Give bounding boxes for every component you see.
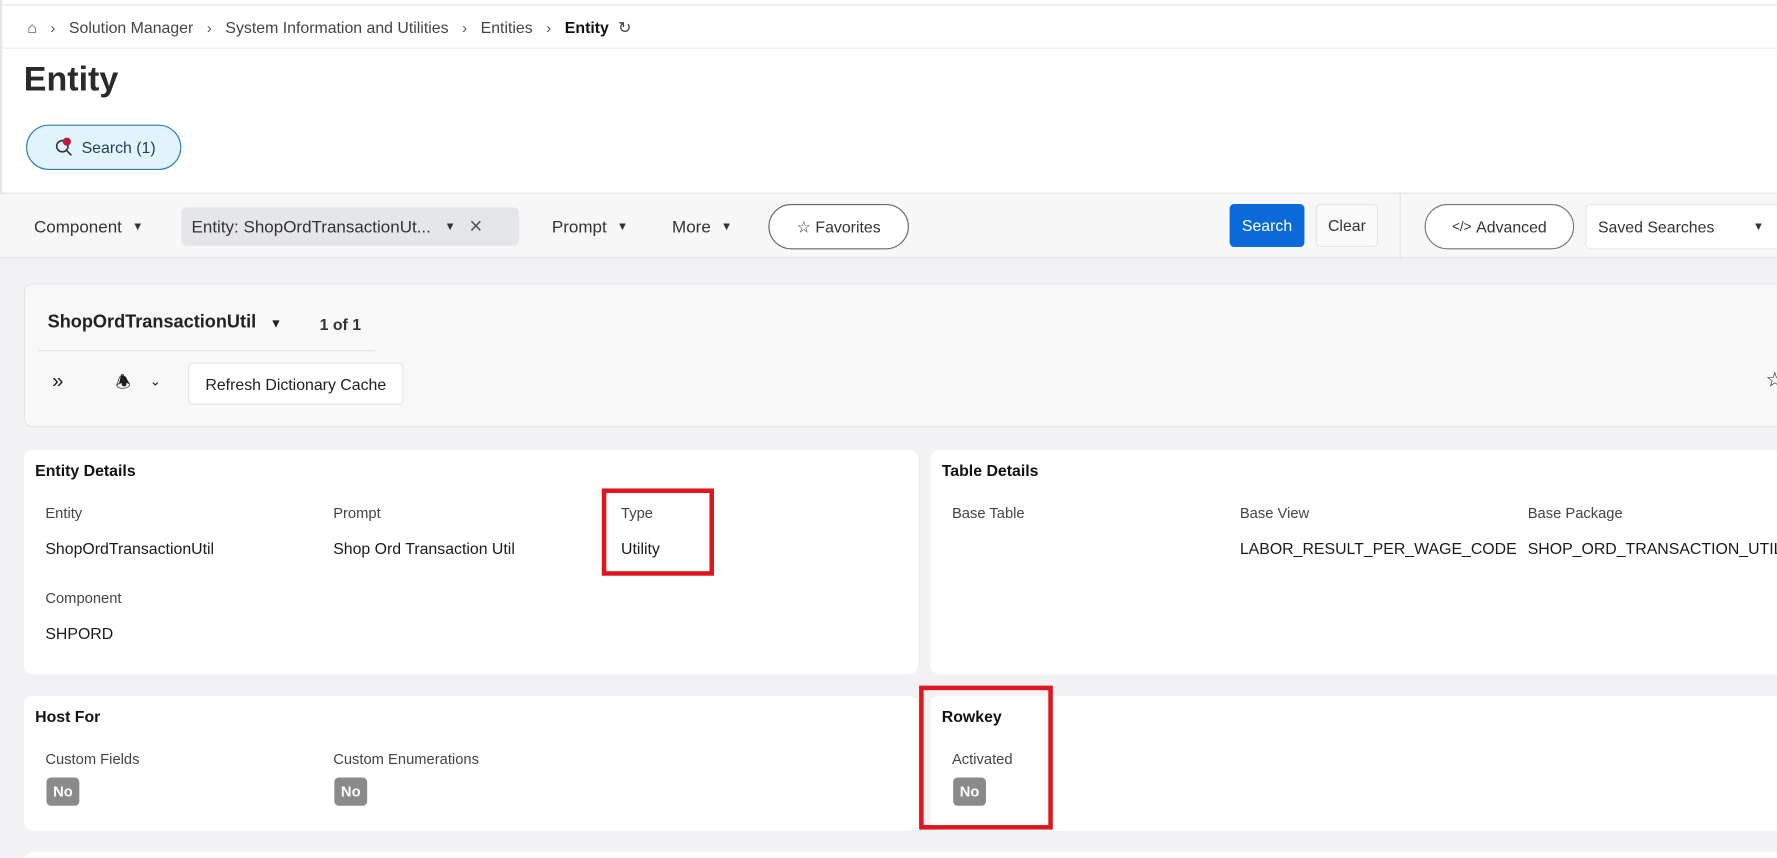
card-title: Host For	[35, 707, 101, 726]
next-card	[23, 852, 1777, 858]
entity-value: ShopOrdTransactionUtil	[45, 539, 215, 558]
rowkey-card: Rowkey Activated No	[930, 695, 1777, 831]
divider	[1399, 193, 1401, 260]
base-view-label: Base View	[1239, 504, 1310, 522]
base-view-value: LABOR_RESULT_PER_WAGE_CODE	[1239, 539, 1517, 558]
page: ⌂ › Solution Manager › System Informatio…	[0, 0, 1777, 858]
page-title: Entity	[23, 61, 119, 99]
host-for-card: Host For Custom Fields No Custom Enumera…	[23, 695, 918, 831]
bell-icon[interactable]: 🕭	[116, 371, 131, 399]
component-filter[interactable]: Component ▼	[34, 194, 143, 260]
prompt-value: Shop Ord Transaction Util	[333, 539, 515, 558]
star-icon[interactable]: ☆	[1766, 368, 1777, 392]
more-filters-label: More	[672, 217, 711, 237]
breadcrumb-solution-manager[interactable]: Solution Manager	[69, 18, 193, 36]
component-value: SHPORD	[45, 624, 114, 643]
highlight-box-type	[601, 488, 714, 576]
chevron-right-icon: ›	[462, 18, 468, 36]
prompt-filter[interactable]: Prompt ▼	[552, 194, 628, 260]
divider	[0, 4, 1777, 6]
breadcrumb-system-information[interactable]: System Information and Utilities	[225, 18, 448, 36]
card-title: Entity Details	[35, 461, 136, 480]
chevron-right-icon: ›	[206, 18, 212, 36]
table-details-card: Table Details Base Table Base View LABOR…	[930, 449, 1777, 675]
base-table-label: Base Table	[951, 504, 1025, 522]
caret-down-icon: ▼	[132, 220, 144, 233]
highlight-box-rowkey	[919, 685, 1053, 830]
record-name: ShopOrdTransactionUtil	[47, 312, 257, 333]
component-filter-label: Component	[33, 217, 122, 237]
base-package-label: Base Package	[1527, 504, 1623, 522]
card-title: Table Details	[941, 461, 1039, 480]
caret-down-icon: ▼	[1752, 220, 1765, 233]
custom-enumerations-label: Custom Enumerations	[333, 750, 479, 768]
search-button[interactable]: Search	[1229, 203, 1305, 248]
advanced-label: Advanced	[1476, 217, 1547, 236]
breadcrumb-current: Entity	[564, 18, 609, 37]
close-icon[interactable]: ×	[469, 214, 482, 240]
record-count: 1 of 1	[319, 315, 362, 334]
record-selector[interactable]: ShopOrdTransactionUtil ▼	[48, 313, 282, 333]
search-toggle-label: Search (1)	[81, 138, 156, 157]
divider	[0, 47, 1777, 49]
expand-double-chevron-icon[interactable]: »	[52, 369, 63, 393]
breadcrumb: ⌂ › Solution Manager › System Informatio…	[25, 16, 631, 39]
refresh-icon[interactable]: ↻	[618, 18, 631, 37]
caret-down-icon: ▼	[720, 220, 733, 233]
breadcrumb-entities[interactable]: Entities	[481, 18, 533, 36]
clear-button[interactable]: Clear	[1315, 203, 1379, 248]
favorites-label: Favorites	[815, 217, 881, 236]
search-toolbar: Component ▼ Entity: ShopOrdTransactionUt.…	[0, 192, 1777, 260]
search-panel-toggle[interactable]: Search (1)	[26, 124, 182, 170]
favorites-button[interactable]: ☆ Favorites	[768, 203, 909, 250]
entity-filter-chip[interactable]: Entity: ShopOrdTransactionUt... ▼ ×	[181, 207, 520, 246]
entity-label: Entity	[45, 504, 83, 522]
more-filters[interactable]: More ▼	[672, 194, 732, 260]
caret-down-icon: ▼	[616, 220, 629, 233]
chevron-right-icon: ›	[50, 18, 56, 36]
custom-fields-label: Custom Fields	[45, 750, 140, 768]
saved-searches-label: Saved Searches	[1597, 217, 1715, 236]
refresh-dictionary-cache-button[interactable]: Refresh Dictionary Cache	[188, 362, 404, 405]
code-icon: </>	[1451, 218, 1472, 235]
component-label: Component	[45, 589, 122, 607]
prompt-label: Prompt	[333, 504, 381, 522]
custom-fields-badge: No	[46, 777, 80, 806]
caret-down-icon: ▼	[444, 220, 456, 233]
record-header: ShopOrdTransactionUtil ▼ 1 of 1 » 🕭 ⌄ Ref…	[23, 283, 1777, 428]
entity-details-card: Entity Details Entity ShopOrdTransaction…	[23, 449, 918, 675]
base-package-value: SHOP_ORD_TRANSACTION_UTIL	[1527, 539, 1777, 558]
star-icon: ☆	[796, 217, 811, 236]
caret-down-icon: ▼	[269, 317, 283, 331]
saved-searches-dropdown[interactable]: Saved Searches ▼	[1585, 203, 1777, 250]
entity-filter-label: Entity: ShopOrdTransactionUt...	[191, 217, 431, 237]
advanced-button[interactable]: </> Advanced	[1424, 203, 1575, 250]
divider	[38, 350, 376, 352]
search-icon	[54, 137, 74, 157]
home-icon[interactable]: ⌂	[27, 18, 37, 36]
chevron-right-icon: ›	[546, 18, 552, 36]
custom-enumerations-badge: No	[334, 777, 368, 806]
chevron-down-icon[interactable]: ⌄	[150, 373, 161, 389]
prompt-filter-label: Prompt	[551, 217, 607, 237]
